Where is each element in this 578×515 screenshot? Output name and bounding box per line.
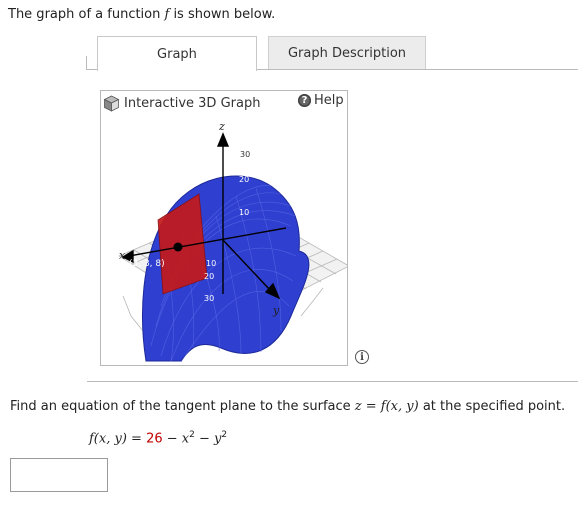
tab-divider <box>257 69 578 70</box>
x-axis-label: x <box>119 249 126 262</box>
answer-input[interactable] <box>10 458 108 492</box>
function-formula: f(x, y) = 26 − x2 − y2 <box>89 430 228 447</box>
z-axis-arrow <box>216 132 230 147</box>
z-tick-label: 30 <box>240 150 250 159</box>
help-icon: ? <box>298 94 311 107</box>
section-divider <box>87 381 578 382</box>
interactive-3d-graph[interactable]: 20 10 10 20 30 30 z x y (3, 3, 8) <box>101 116 347 364</box>
point-label: (3, 3, 8) <box>129 259 165 269</box>
question-text: Find an equation of the tangent plane to… <box>10 399 566 414</box>
z-tick-label: 30 <box>204 294 214 303</box>
z-tick-label: 10 <box>239 208 249 217</box>
y-axis-label: y <box>272 304 280 317</box>
graph-panel-title: Interactive 3D Graph <box>103 92 260 114</box>
tab-graph-description[interactable]: Graph Description <box>268 36 426 69</box>
help-button[interactable]: ? Help <box>298 93 344 108</box>
z-tick-label: 20 <box>204 272 214 281</box>
tab-divider <box>87 69 97 70</box>
info-icon[interactable]: i <box>355 350 369 364</box>
z-tick-label: 20 <box>239 175 249 184</box>
tab-graph[interactable]: Graph <box>97 36 257 71</box>
tab-divider <box>86 56 87 70</box>
cube-icon <box>103 95 120 112</box>
intro-text: The graph of a function f is shown below… <box>8 7 276 22</box>
z-tick-label: 10 <box>206 259 216 268</box>
z-axis-label: z <box>218 120 225 133</box>
tangent-point <box>173 242 183 252</box>
